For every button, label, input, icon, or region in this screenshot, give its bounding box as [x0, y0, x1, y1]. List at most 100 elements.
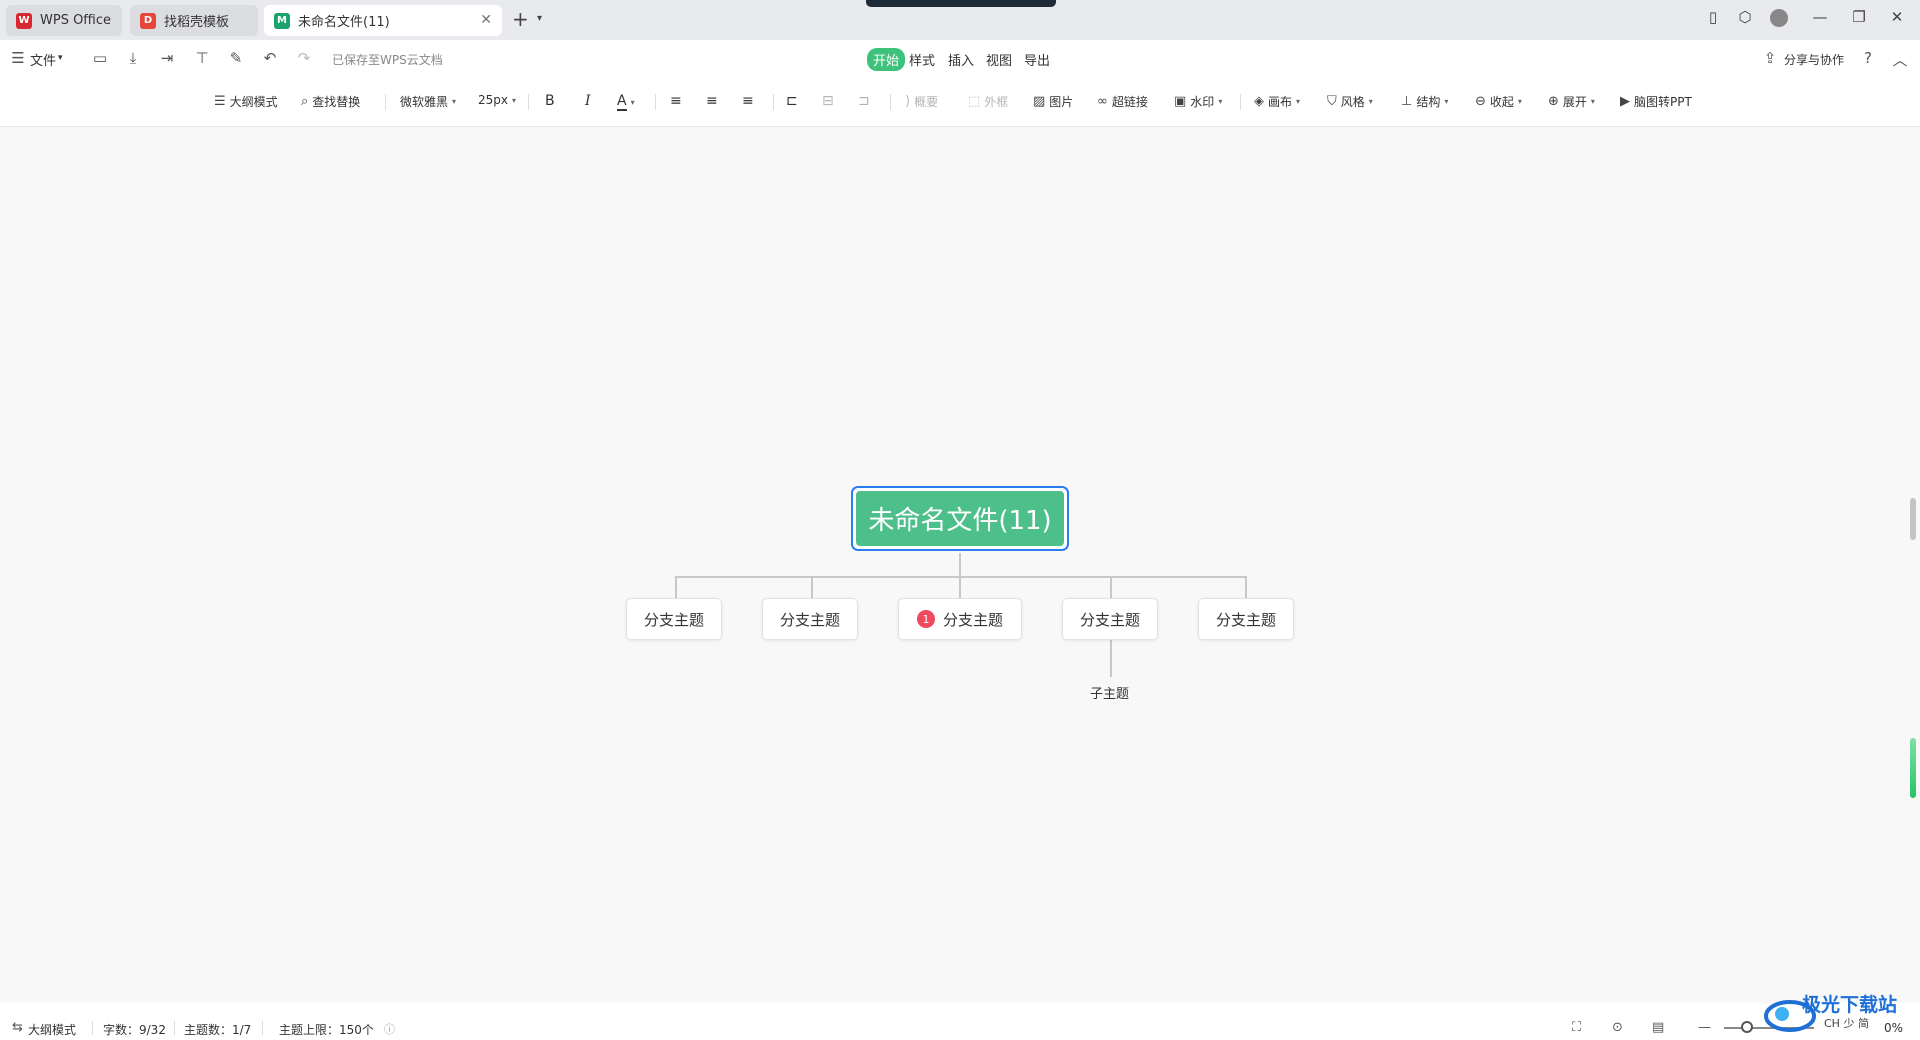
align-center-icon[interactable]: ≡ — [706, 93, 718, 109]
cube-icon[interactable]: ⬡ — [1733, 8, 1757, 26]
collapse-ribbon-icon[interactable]: ︿ — [1890, 49, 1910, 70]
divider — [655, 94, 656, 110]
undo-icon[interactable]: ↶ — [260, 49, 280, 67]
tab-insert[interactable]: 插入 — [942, 48, 980, 71]
close-tab-icon[interactable]: ✕ — [480, 12, 492, 28]
file-menu[interactable]: 文件 — [30, 50, 56, 69]
font-family-select[interactable]: 微软雅黑 ▾ — [400, 93, 456, 110]
outline-mode-button[interactable]: ☰ 大纲模式 — [214, 93, 278, 110]
chevron-down-icon[interactable]: ▾ — [58, 53, 63, 63]
mindmap-file-icon: M — [274, 12, 290, 29]
find-replace-button[interactable]: ⌕ 查找替换 — [301, 93, 360, 110]
tab-docer-templates[interactable]: D 找稻壳模板 — [130, 5, 258, 36]
vertical-scrollbar[interactable] — [1910, 498, 1916, 540]
tab-label: 未命名文件(11) — [298, 15, 390, 30]
avatar[interactable] — [1767, 9, 1791, 31]
branch-topic[interactable]: 分支主题 — [1198, 598, 1294, 640]
style-button[interactable]: ⛉ 风格 ▾ — [1327, 93, 1373, 110]
frame-button[interactable]: ⬚ 外框 — [968, 93, 1008, 110]
tab-style[interactable]: 样式 — [903, 48, 941, 71]
locate-icon[interactable]: ⊙ — [1612, 1020, 1623, 1035]
canvas-button[interactable]: ◈ 画布 ▾ — [1254, 93, 1300, 110]
topic-limit: 主题上限：150个 — [279, 1023, 374, 1037]
image-button[interactable]: ▨ 图片 — [1033, 93, 1073, 110]
share-button[interactable]: 分享与协作 — [1784, 51, 1844, 68]
tab-view[interactable]: 视图 — [980, 48, 1018, 71]
italic-button[interactable]: I — [585, 93, 591, 109]
tab-wps-office[interactable]: W WPS Office — [6, 5, 122, 36]
connector-line — [675, 576, 677, 598]
format-painter-icon[interactable]: ⊤ — [192, 49, 212, 67]
branch-topic[interactable]: 分支主题 — [1062, 598, 1158, 640]
side-indicator[interactable] — [1910, 738, 1916, 798]
zoom-out-icon[interactable]: — — [1698, 1020, 1711, 1035]
font-size-select[interactable]: 25px ▾ — [478, 93, 516, 107]
divider — [1240, 94, 1241, 110]
font-family-value: 微软雅黑 — [400, 95, 449, 109]
sub-topic[interactable]: 子主题 — [1090, 683, 1129, 702]
insert-sibling-icon[interactable]: ⊟ — [822, 93, 834, 109]
frame-label: 外框 — [984, 95, 1009, 109]
insert-parent-icon[interactable]: ⊐ — [858, 93, 870, 109]
top-drag-handle — [866, 0, 1056, 7]
watermark-text: 极光下载站 — [1802, 994, 1898, 1016]
menu-bar: ☰ 文件 ▾ ▭ ⤓ ⇥ ⊤ ✎ ↶ ↷ 已保存至WPS云文档 开始 样式 插入… — [0, 40, 1920, 77]
root-topic-label: 未命名文件(11) — [856, 491, 1064, 546]
new-tab-icon[interactable]: + — [512, 9, 529, 29]
info-icon[interactable]: ⓘ — [384, 1021, 395, 1037]
branch-topic[interactable]: 1 分支主题 — [898, 598, 1022, 640]
watermark-ime: CH 少 简 — [1824, 1017, 1869, 1030]
close-window-icon[interactable]: ✕ — [1885, 8, 1909, 26]
hyperlink-button[interactable]: ∞ 超链接 — [1097, 93, 1148, 110]
caret-down-icon: ▾ — [452, 97, 457, 106]
font-color-button[interactable]: A ▾ — [617, 93, 635, 111]
style-label: 风格 — [1340, 95, 1365, 109]
save-icon[interactable]: ▭ — [90, 49, 110, 67]
collapse-button[interactable]: ⊖ 收起 ▾ — [1475, 93, 1522, 110]
summary-button[interactable]: ) 概要 — [905, 93, 938, 110]
expand-button[interactable]: ⊕ 展开 ▾ — [1548, 93, 1595, 110]
root-topic[interactable]: 未命名文件(11) — [851, 486, 1069, 551]
download-icon[interactable]: ⤓ — [123, 49, 143, 67]
tab-mindmap-file[interactable]: M 未命名文件(11) ✕ — [264, 5, 502, 36]
pen-icon[interactable]: ✎ — [226, 49, 246, 67]
shirt-icon: ⛉ — [1327, 94, 1337, 109]
export-icon[interactable]: ⇥ — [157, 49, 177, 67]
branch-topic-label: 分支主题 — [1079, 610, 1140, 629]
outline-mode-status[interactable]: 大纲模式 — [28, 1021, 76, 1038]
branch-topic-label: 分支主题 — [779, 610, 840, 629]
connector-line — [1245, 576, 1247, 598]
caret-down-icon: ▾ — [1517, 97, 1522, 106]
status-bar: ⇆ 大纲模式 字数：9/32 主题数：1/7 主题上限：150个 ⓘ ⛶ ⊙ ▤… — [0, 1003, 1920, 1040]
branch-topic-label: 分支主题 — [942, 610, 1003, 629]
redo-icon[interactable]: ↷ — [294, 49, 314, 67]
to-ppt-button[interactable]: ▶ 脑图转PPT — [1620, 93, 1692, 110]
divider — [528, 94, 529, 110]
restore-icon[interactable]: ❐ — [1847, 8, 1871, 26]
tab-export[interactable]: 导出 — [1018, 48, 1056, 71]
fit-screen-icon[interactable]: ⛶ — [1572, 1020, 1581, 1035]
zoom-slider-handle[interactable] — [1741, 1021, 1753, 1033]
help-icon[interactable]: ? — [1858, 49, 1878, 67]
branch-topic-label: 分支主题 — [643, 610, 704, 629]
chevron-down-icon[interactable]: ▾ — [537, 13, 542, 24]
minimize-icon[interactable]: — — [1808, 8, 1832, 26]
align-right-icon[interactable]: ≡ — [742, 93, 754, 109]
sidebar-toggle-icon[interactable]: ▯ — [1701, 8, 1725, 26]
insert-subtopic-icon[interactable]: ⊏ — [786, 93, 798, 109]
structure-button[interactable]: ⊥ 结构 ▾ — [1401, 93, 1448, 110]
menu-icon[interactable]: ☰ — [8, 49, 28, 67]
plus-circle-icon: ⊕ — [1548, 94, 1559, 109]
watermark-button[interactable]: ▣ 水印 ▾ — [1174, 93, 1222, 110]
map-icon[interactable]: ▤ — [1652, 1020, 1664, 1035]
image-icon: ▨ — [1033, 94, 1046, 109]
branch-topic[interactable]: 分支主题 — [626, 598, 722, 640]
bold-button[interactable]: B — [545, 93, 555, 109]
branch-topic[interactable]: 分支主题 — [762, 598, 858, 640]
tab-start[interactable]: 开始 — [867, 48, 906, 71]
outline-toggle-icon[interactable]: ⇆ — [12, 1020, 23, 1035]
share-icon[interactable]: ⇪ — [1760, 49, 1780, 67]
align-left-icon[interactable]: ≡ — [670, 93, 682, 109]
collapse-label: 收起 — [1489, 95, 1514, 109]
connector-line — [675, 576, 1247, 578]
